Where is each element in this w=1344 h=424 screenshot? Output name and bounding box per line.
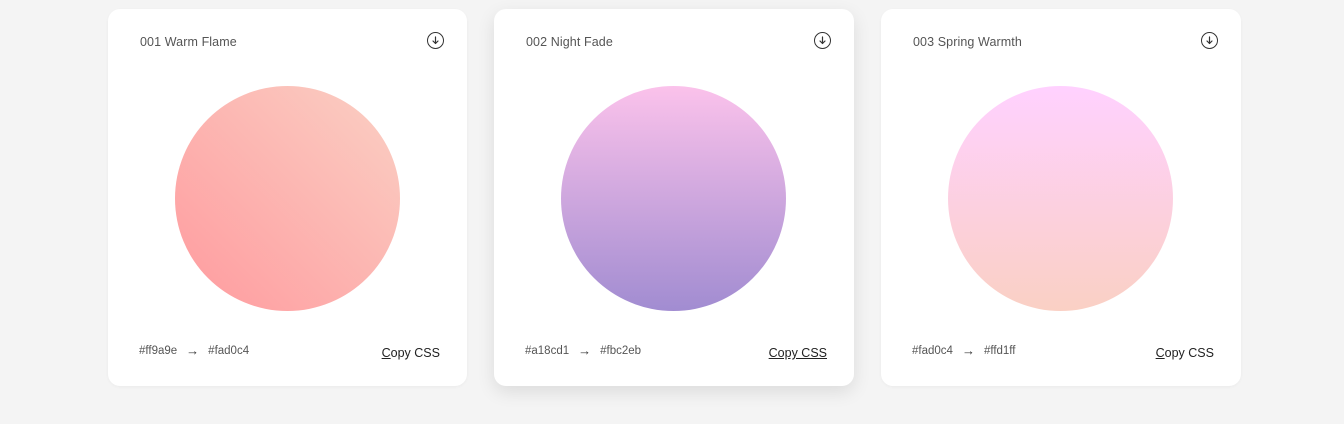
copy-css-button[interactable]: Copy CSS [769, 346, 827, 361]
right-arrow-icon: → [578, 343, 592, 358]
gradient-preview-circle [175, 86, 400, 311]
gradient-card-warm-flame: 001 Warm Flame #ff9a9e → #fad0c4 Copy CS… [108, 9, 467, 386]
gradient-preview-circle [561, 86, 786, 311]
color-to-code: #fad0c4 [208, 344, 250, 357]
arrow-down-icon [1206, 36, 1213, 45]
color-from-code: #a18cd1 [525, 344, 570, 357]
card-title: 002 Night Fade [526, 35, 613, 49]
gradient-card-night-fade: 002 Night Fade #a18cd1 → #fbc2eb Copy CS… [494, 9, 854, 386]
card-title: 001 Warm Flame [140, 35, 237, 49]
color-codes: #ff9a9e → #fad0c4 [139, 343, 249, 358]
copy-css-button[interactable]: Copy CSS [382, 346, 440, 361]
copy-css-button[interactable]: Copy CSS [1156, 346, 1214, 361]
color-from-code: #ff9a9e [139, 344, 178, 357]
arrow-down-icon [432, 36, 439, 45]
color-codes: #fad0c4 → #ffd1ff [912, 343, 1016, 358]
color-from-code: #fad0c4 [912, 344, 953, 357]
download-button[interactable] [1201, 32, 1218, 49]
download-button[interactable] [427, 32, 444, 49]
color-to-code: #ffd1ff [983, 344, 1016, 357]
right-arrow-icon: → [961, 343, 975, 358]
color-to-code: #fbc2eb [600, 344, 642, 357]
download-button[interactable] [814, 32, 831, 49]
card-title: 003 Spring Warmth [913, 35, 1022, 49]
right-arrow-icon: → [186, 343, 200, 358]
gradient-card-spring-warmth: 003 Spring Warmth #fad0c4 → #ffd1ff Copy… [881, 9, 1241, 386]
arrow-down-icon [819, 36, 826, 45]
color-codes: #a18cd1 → #fbc2eb [525, 343, 641, 358]
gradient-preview-circle [948, 86, 1173, 311]
